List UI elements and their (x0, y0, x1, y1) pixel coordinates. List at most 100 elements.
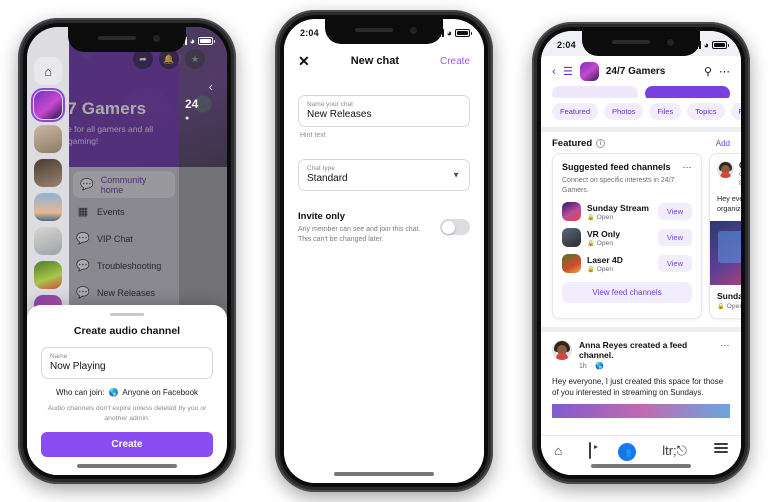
lock-icon: 🔒 (717, 304, 725, 310)
author-name: Ca (739, 161, 741, 170)
create-button[interactable]: Create (41, 432, 213, 457)
more-icon[interactable]: ⋯ (683, 162, 693, 173)
home-indicator (334, 472, 434, 476)
close-icon[interactable]: ✕ (298, 53, 310, 70)
menu-icon[interactable] (713, 443, 728, 453)
invite-only-toggle[interactable] (440, 219, 470, 235)
community-tabs[interactable]: Featured Photos Files Topics Re (541, 98, 741, 127)
more-icon[interactable]: ⋯ (719, 65, 730, 78)
battery-icon (198, 36, 215, 45)
channel-name: Sunday Stream (587, 202, 649, 213)
feed-scroll[interactable]: Featured Photos Files Topics Re Featured… (541, 86, 741, 435)
who-can-join-label: Who can join: (55, 388, 105, 397)
tab-files[interactable]: Files (649, 103, 682, 120)
chevron-left-icon[interactable]: ‹ (209, 79, 213, 94)
add-button[interactable]: Add (716, 139, 730, 148)
channel-info: VR Only 🔒 Open (587, 229, 652, 247)
rail-avatar[interactable] (34, 125, 62, 153)
hamburger-icon[interactable]: ☰ (563, 65, 573, 78)
phone-1-community-home: ➦ 🔔 ★ 24 ● ‹ 💬 Community home ▦ Events (18, 18, 236, 484)
bell-icon[interactable]: ltr;⎋ (662, 443, 687, 459)
channel-status: 🔒 Open (587, 265, 614, 273)
view-button[interactable]: View (657, 203, 692, 220)
tab-photos[interactable]: Photos (604, 103, 644, 120)
list-item[interactable]: Sunday Stream 🔒 Open View (562, 202, 692, 221)
chat-type-select[interactable]: Chat type Standard ▼ (298, 159, 470, 191)
post-author: Anna Reyes created a feed channel. (579, 340, 688, 360)
sheet-grabber[interactable] (110, 313, 144, 316)
featured-title-group: Featured i (552, 138, 606, 149)
list-item[interactable]: Laser 4D 🔒 Open View (562, 254, 692, 273)
channel-name-value: Now Playing (50, 361, 106, 372)
channel-name-field[interactable]: Name Now Playing (41, 347, 213, 379)
battery-icon (455, 28, 472, 37)
timestamp: 8h (739, 179, 741, 188)
channel-name-label: Name (50, 353, 68, 360)
community-avatar[interactable] (579, 61, 599, 81)
bottom-tab-bar: ⌂ 👥 ltr;⎋ (541, 435, 741, 475)
info-icon[interactable]: i (596, 139, 606, 148)
side-card-caption: Sunday J 🔒 Open su (710, 285, 741, 318)
caption-subtitle: 🔒 Open su (717, 303, 741, 310)
home-icon[interactable]: ⌂ (554, 443, 562, 458)
rail-avatar[interactable] (34, 261, 62, 289)
view-button[interactable]: View (657, 229, 692, 246)
wifi-icon: ◕ (189, 35, 195, 46)
status-time: 2:04 (557, 39, 576, 50)
phone-3-screen: ‹ ☰ 24/7 Gamers ⚲ ⋯ Featured Photos File… (541, 31, 741, 475)
side-card-meta: Ca cr 8h (739, 161, 741, 188)
chat-type-label: Chat type (307, 165, 335, 172)
notch (325, 19, 443, 44)
post-image[interactable] (552, 404, 730, 418)
channel-avatar (562, 202, 581, 221)
create-button[interactable]: Create (440, 56, 470, 67)
tab-recent[interactable]: Re (730, 103, 741, 120)
post-timestamp: 1h · 🌎 (579, 362, 604, 371)
channel-avatar (562, 254, 581, 273)
rail-avatar[interactable] (34, 193, 62, 221)
hint-text: Hint text (300, 132, 326, 139)
home-indicator (591, 464, 691, 468)
more-icon[interactable]: ⋯ (721, 340, 731, 351)
globe-icon: 🌎 (108, 388, 119, 397)
channel-status: 🔒 Open (587, 213, 614, 221)
chevron-down-icon[interactable]: ▼ (452, 171, 460, 180)
card-header: Suggested feed channels ⋯ (562, 162, 692, 173)
view-button[interactable]: View (657, 255, 692, 272)
background-community-meta: ● (185, 115, 194, 122)
home-icon[interactable]: ⌂ (34, 57, 62, 85)
search-icon[interactable]: ⚲ (704, 65, 712, 78)
page-title: New chat (350, 55, 399, 67)
tab-featured[interactable]: Featured (552, 103, 599, 120)
channel-info: Sunday Stream 🔒 Open (587, 203, 652, 221)
video-icon[interactable] (588, 442, 591, 459)
notch (68, 27, 186, 52)
chat-name-label: Name your chat (307, 101, 353, 108)
rail-avatar[interactable] (31, 88, 65, 122)
groups-icon[interactable]: 👥 (617, 443, 636, 461)
caption-title: Sunday J (717, 291, 741, 301)
avatar (717, 161, 734, 178)
sheet-note: Audio channels don't expire unless delet… (47, 405, 207, 422)
phone-1-screen: ➦ 🔔 ★ 24 ● ‹ 💬 Community home ▦ Events (27, 27, 227, 475)
create-audio-channel-sheet: Create audio channel Name Now Playing Wh… (27, 305, 227, 475)
list-item[interactable]: VR Only 🔒 Open View (562, 228, 692, 247)
view-feed-channels-button[interactable]: View feed channels (562, 282, 692, 303)
chevron-left-icon[interactable]: ‹ (552, 64, 556, 78)
channel-avatar (562, 228, 581, 247)
joined-pill[interactable] (552, 86, 638, 98)
side-card-body: Hey even space for organizin (717, 194, 741, 213)
who-can-join-row[interactable]: Who can join: 🌎 Anyone on Facebook (41, 388, 213, 397)
lock-icon: 🔒 (587, 240, 595, 247)
community-navbar: ‹ ☰ 24/7 Gamers ⚲ ⋯ (541, 56, 741, 86)
partially-scrolled-row (541, 86, 741, 98)
chat-name-field[interactable]: Name your chat New Releases (298, 95, 470, 127)
rail-avatar[interactable] (34, 227, 62, 255)
featured-cards: Suggested feed channels ⋯ Connect on spe… (541, 153, 741, 327)
invite-pill[interactable] (644, 86, 730, 98)
background-community-title: 24 (185, 97, 199, 111)
avatar[interactable] (552, 340, 572, 360)
rail-avatar[interactable] (34, 159, 62, 187)
tab-topics[interactable]: Topics (687, 103, 725, 120)
new-chat-navbar: ✕ New chat Create (284, 44, 484, 78)
